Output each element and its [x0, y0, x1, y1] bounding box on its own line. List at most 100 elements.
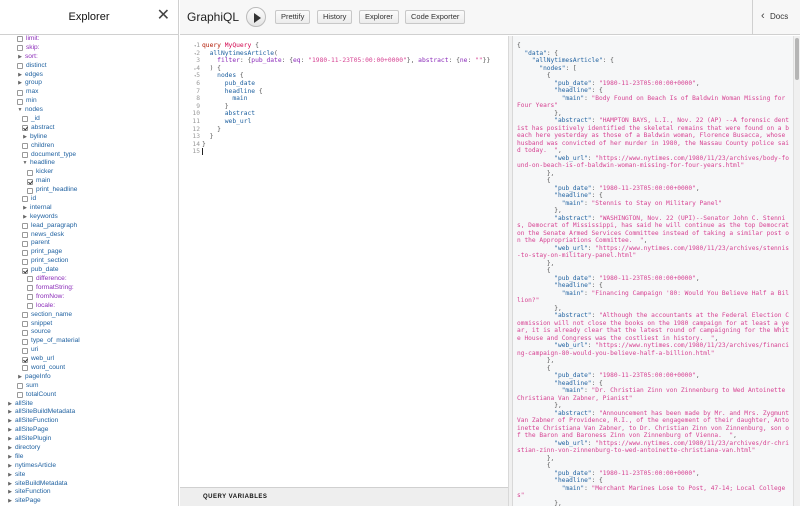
checkbox-checked-icon[interactable]	[22, 125, 28, 132]
explorer-item[interactable]: ▶ nytimesArticle	[0, 462, 178, 471]
explorer-item[interactable]: ▶ siteFunction	[0, 488, 178, 497]
code-line[interactable]: headline {	[202, 88, 504, 96]
explorer-item[interactable]: uri	[0, 346, 178, 355]
checkbox-icon[interactable]	[22, 223, 28, 230]
checkbox-icon[interactable]	[22, 258, 28, 265]
explorer-item[interactable]: pub_date	[0, 266, 178, 275]
caret-right-icon[interactable]: ▶	[7, 426, 13, 435]
caret-down-icon[interactable]: ▼	[17, 106, 23, 115]
query-code[interactable]: query MyQuery { allNytimesArticle( filte…	[202, 42, 504, 156]
checkbox-icon[interactable]	[22, 240, 28, 247]
explorer-item[interactable]: id	[0, 195, 178, 204]
caret-right-icon[interactable]: ▶	[17, 53, 23, 62]
fold-toggle-icon[interactable]: ▾	[194, 50, 200, 58]
explorer-item[interactable]: document_type	[0, 151, 178, 160]
explorer-item[interactable]: news_desk	[0, 231, 178, 240]
checkbox-icon[interactable]	[17, 383, 23, 390]
explorer-item[interactable]: fromNow:	[0, 293, 178, 302]
explorer-item[interactable]: ▶ directory	[0, 444, 178, 453]
explorer-item[interactable]: min	[0, 97, 178, 106]
code-line[interactable]: ) {	[202, 65, 504, 73]
explorer-item[interactable]: ▶ sitePage	[0, 497, 178, 506]
explorer-item[interactable]: ▶ allSitePage	[0, 426, 178, 435]
code-line[interactable]: }	[202, 103, 504, 111]
explorer-item[interactable]: difference:	[0, 275, 178, 284]
explorer-item[interactable]: word_count	[0, 364, 178, 373]
checkbox-icon[interactable]	[27, 276, 33, 283]
code-line[interactable]: pub_date	[202, 80, 504, 88]
close-icon[interactable]: ✕	[157, 8, 170, 24]
checkbox-icon[interactable]	[22, 347, 28, 354]
checkbox-checked-icon[interactable]	[22, 356, 28, 363]
caret-right-icon[interactable]: ▶	[22, 133, 28, 142]
query-variables-bar[interactable]: QUERY VARIABLES	[180, 487, 508, 506]
result-scrollbar[interactable]	[793, 36, 800, 506]
code-line[interactable]: nodes {	[202, 72, 504, 80]
explorer-item[interactable]: section_name	[0, 311, 178, 320]
explorer-item[interactable]: print_section	[0, 257, 178, 266]
caret-right-icon[interactable]: ▶	[17, 71, 23, 80]
checkbox-icon[interactable]	[17, 36, 23, 43]
caret-right-icon[interactable]: ▶	[7, 453, 13, 462]
checkbox-icon[interactable]	[22, 329, 28, 336]
explorer-item[interactable]: print_page	[0, 248, 178, 257]
checkbox-icon[interactable]	[27, 303, 33, 310]
code-line[interactable]: }	[202, 126, 504, 134]
caret-right-icon[interactable]: ▶	[7, 435, 13, 444]
explorer-item[interactable]: ▶ edges	[0, 71, 178, 80]
explorer-item[interactable]: ▶ pageInfo	[0, 373, 178, 382]
caret-right-icon[interactable]: ▶	[17, 79, 23, 88]
explorer-item[interactable]: ▶ allSiteFunction	[0, 417, 178, 426]
explorer-item[interactable]: locale:	[0, 302, 178, 311]
caret-right-icon[interactable]: ▶	[7, 488, 13, 497]
checkbox-icon[interactable]	[17, 98, 23, 105]
caret-right-icon[interactable]: ▶	[17, 373, 23, 382]
caret-right-icon[interactable]: ▶	[7, 444, 13, 453]
caret-right-icon[interactable]: ▶	[22, 204, 28, 213]
execute-query-button[interactable]	[246, 7, 266, 27]
explorer-button[interactable]: Explorer	[359, 10, 399, 24]
code-line[interactable]: allNytimesArticle(	[202, 50, 504, 58]
checkbox-icon[interactable]	[27, 169, 33, 176]
checkbox-icon[interactable]	[22, 320, 28, 327]
checkbox-icon[interactable]	[17, 63, 23, 70]
code-line[interactable]: filter: {pub_date: {eq: "1980-11-23T05:0…	[202, 57, 504, 65]
checkbox-icon[interactable]	[22, 365, 28, 372]
fold-toggle-icon[interactable]: ▾	[194, 42, 200, 50]
explorer-item[interactable]: web_url	[0, 355, 178, 364]
explorer-item[interactable]: ▶ keywords	[0, 213, 178, 222]
checkbox-icon[interactable]	[22, 116, 28, 123]
code-line[interactable]: main	[202, 95, 504, 103]
explorer-item[interactable]: ▶ internal	[0, 204, 178, 213]
explorer-item[interactable]: ▶ site	[0, 471, 178, 480]
explorer-item[interactable]: formatString:	[0, 284, 178, 293]
caret-right-icon[interactable]: ▶	[7, 408, 13, 417]
explorer-item[interactable]: max	[0, 88, 178, 97]
fold-toggle-icon[interactable]: ▾	[194, 72, 200, 80]
explorer-item[interactable]: parent	[0, 239, 178, 248]
history-button[interactable]: History	[317, 10, 353, 24]
caret-right-icon[interactable]: ▶	[7, 497, 13, 506]
prettify-button[interactable]: Prettify	[275, 10, 311, 24]
code-line[interactable]: }	[202, 141, 504, 149]
caret-right-icon[interactable]: ▶	[7, 480, 13, 489]
checkbox-icon[interactable]	[22, 249, 28, 256]
explorer-item[interactable]: _id	[0, 115, 178, 124]
explorer-item[interactable]: ▶ allSite	[0, 400, 178, 409]
explorer-item[interactable]: sum	[0, 382, 178, 391]
explorer-item[interactable]: distinct	[0, 62, 178, 71]
checkbox-icon[interactable]	[22, 232, 28, 239]
explorer-item[interactable]: source	[0, 328, 178, 337]
explorer-item[interactable]: ▶ siteBuildMetadata	[0, 480, 178, 489]
checkbox-icon[interactable]	[22, 152, 28, 159]
code-line[interactable]	[202, 148, 504, 156]
code-line[interactable]: }	[202, 133, 504, 141]
explorer-item[interactable]: lead_paragraph	[0, 222, 178, 231]
scrollbar-thumb[interactable]	[795, 38, 799, 80]
caret-right-icon[interactable]: ▶	[7, 462, 13, 471]
explorer-item[interactable]: ▶ group	[0, 79, 178, 88]
explorer-item[interactable]: limit:	[0, 35, 178, 44]
code-exporter-button[interactable]: Code Exporter	[405, 10, 466, 24]
explorer-item[interactable]: abstract	[0, 124, 178, 133]
explorer-item[interactable]: children	[0, 142, 178, 151]
